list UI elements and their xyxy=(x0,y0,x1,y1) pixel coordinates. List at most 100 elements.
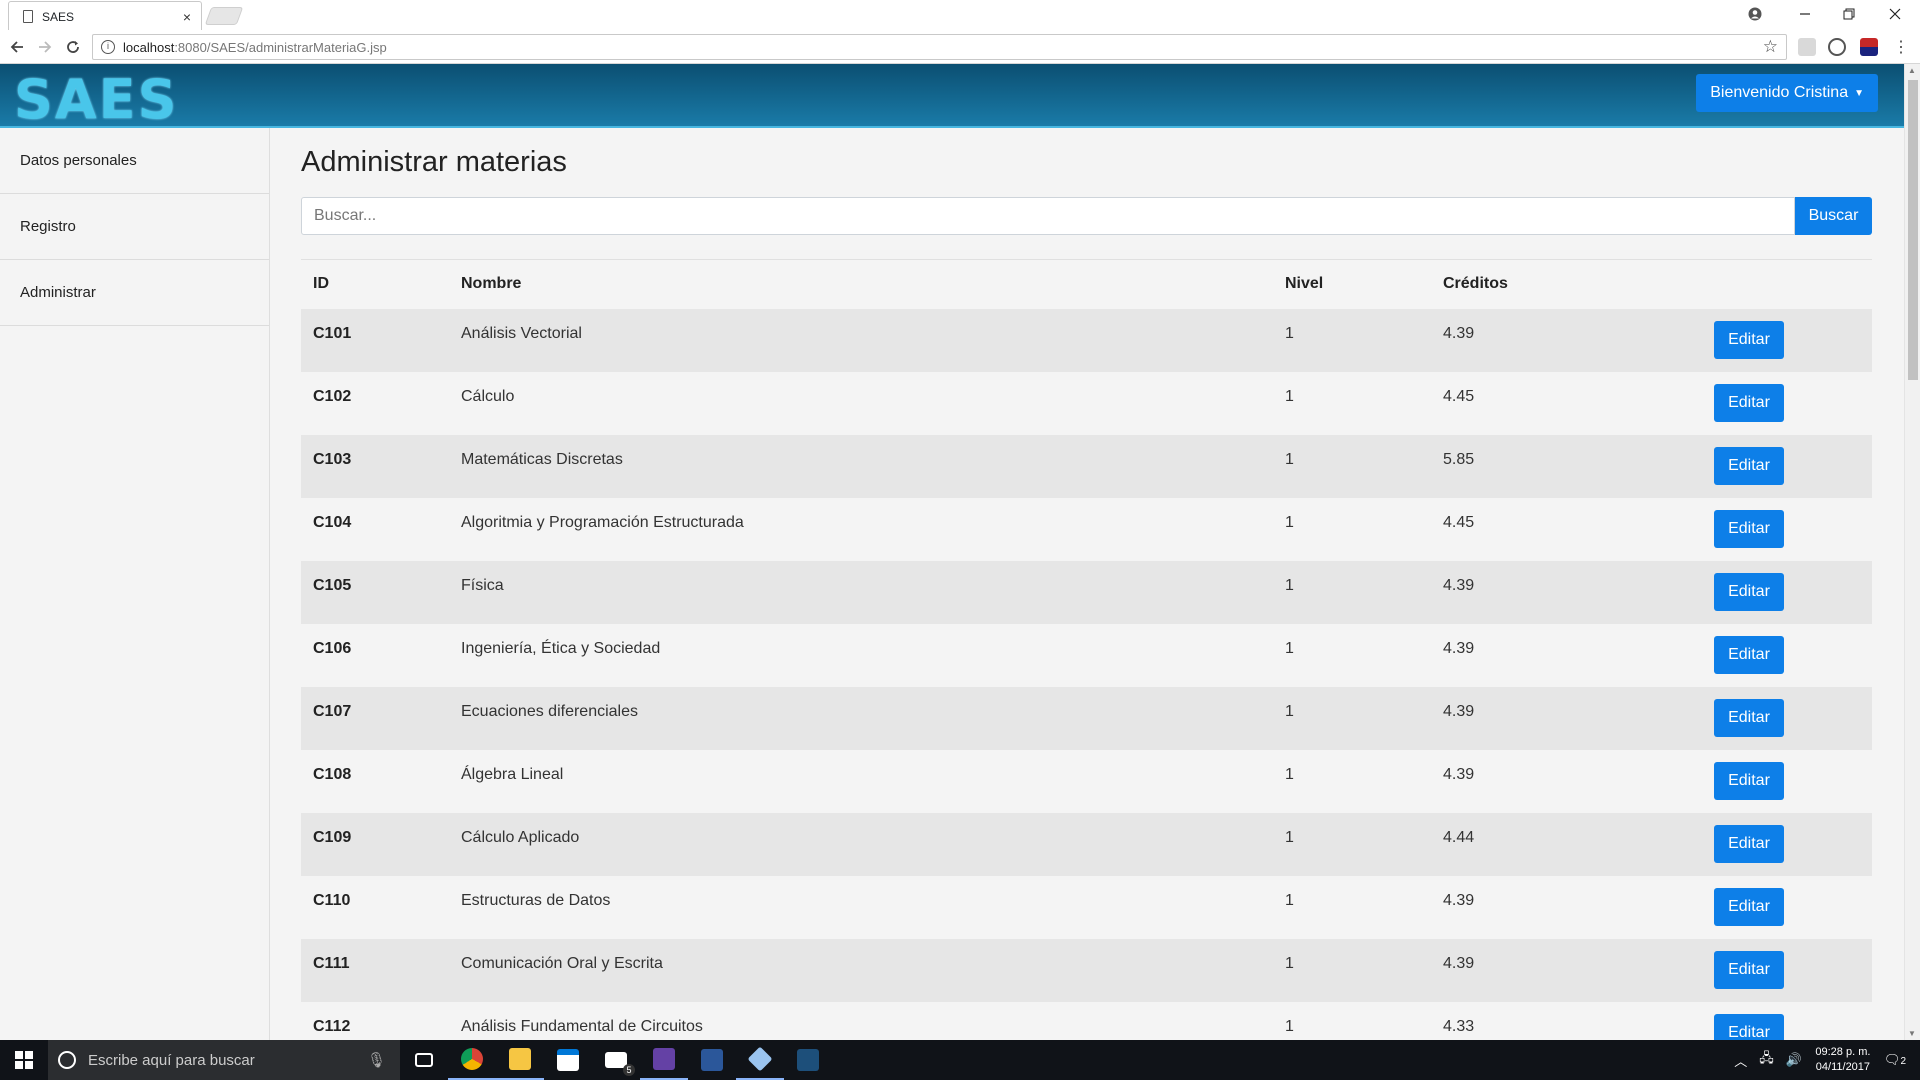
site-info-icon[interactable]: i xyxy=(101,40,115,54)
forward-icon[interactable] xyxy=(32,34,58,60)
cell-actions: Editar xyxy=(1714,498,1872,561)
mail-badge: 5 xyxy=(623,1064,635,1076)
cell-actions: Editar xyxy=(1714,1002,1872,1040)
store-icon[interactable] xyxy=(544,1040,592,1080)
cell-actions: Editar xyxy=(1714,435,1872,498)
user-menu-button[interactable]: Bienvenido Cristina ▼ xyxy=(1696,74,1878,112)
edit-button[interactable]: Editar xyxy=(1714,824,1784,863)
column-header-nombre: Nombre xyxy=(461,275,522,293)
edit-button[interactable]: Editar xyxy=(1714,698,1784,737)
sidebar-item-datos-personales[interactable]: Datos personales xyxy=(0,128,269,194)
edit-button[interactable]: Editar xyxy=(1714,446,1784,485)
notification-count: 2 xyxy=(1900,1056,1906,1067)
clock-date: 04/11/2017 xyxy=(1815,1061,1871,1073)
taskbar-search-box[interactable]: Escribe aquí para buscar 🎙 xyxy=(48,1040,400,1080)
edit-button[interactable]: Editar xyxy=(1714,572,1784,611)
main-content: Administrar materias Buscar ID Nombre Ni… xyxy=(301,128,1872,1040)
back-icon[interactable] xyxy=(4,34,30,60)
table-row: C111 Comunicación Oral y Escrita 1 4.39 Edit… xyxy=(301,938,1872,1002)
cell-nivel: 1 xyxy=(1285,954,1294,972)
welcome-label: Bienvenido Cristina xyxy=(1710,84,1849,101)
microphone-icon[interactable]: 🎙 xyxy=(367,1051,386,1069)
site-header: SAES Bienvenido Cristina ▼ xyxy=(0,64,1904,131)
page-scrollbar[interactable]: ▲ ▼ xyxy=(1904,64,1920,1040)
browser-tab[interactable]: SAES × xyxy=(8,1,202,31)
cell-creditos: 4.45 xyxy=(1443,387,1475,405)
mail-icon[interactable]: 5 xyxy=(592,1040,640,1080)
table-row: C109 Cálculo Aplicado 1 4.44 Editar xyxy=(301,812,1872,876)
cell-creditos: 4.39 xyxy=(1443,954,1475,972)
word-icon[interactable] xyxy=(688,1040,736,1080)
cell-creditos: 4.39 xyxy=(1443,576,1475,594)
edit-button[interactable]: Editar xyxy=(1714,320,1784,359)
reload-icon[interactable] xyxy=(60,34,86,60)
show-hidden-icons-icon[interactable]: ︿ xyxy=(1734,1051,1747,1070)
cell-nombre: Cálculo Aplicado xyxy=(461,828,580,846)
edit-button[interactable]: Editar xyxy=(1714,635,1784,674)
edit-button[interactable]: Editar xyxy=(1714,509,1784,548)
saes-logo[interactable]: SAES xyxy=(14,68,178,131)
close-window-icon[interactable] xyxy=(1880,0,1910,28)
edit-button[interactable]: Editar xyxy=(1714,761,1784,800)
extension-flag-icon[interactable] xyxy=(1860,38,1878,56)
virtualbox-icon[interactable] xyxy=(736,1040,784,1080)
new-tab-button[interactable] xyxy=(204,7,244,25)
volume-icon[interactable]: 🔊 xyxy=(1786,1052,1802,1068)
edit-button[interactable]: Editar xyxy=(1714,1013,1784,1040)
table-header-row: ID Nombre Nivel Créditos xyxy=(301,260,1872,309)
bookmark-star-icon[interactable]: ☆ xyxy=(1763,37,1778,57)
extension-icon[interactable] xyxy=(1798,38,1816,56)
task-view-icon[interactable] xyxy=(400,1040,448,1080)
cell-actions: Editar xyxy=(1714,939,1872,1002)
cell-nivel: 1 xyxy=(1285,324,1294,342)
search-input[interactable] xyxy=(301,197,1795,235)
file-explorer-icon[interactable] xyxy=(496,1040,544,1080)
cell-creditos: 4.39 xyxy=(1443,765,1475,783)
cell-creditos: 5.85 xyxy=(1443,450,1475,468)
cell-nombre: Análisis Vectorial xyxy=(461,324,582,342)
url-text: localhost:8080/SAES/administrarMateriaG.… xyxy=(123,39,387,55)
mysql-workbench-icon[interactable] xyxy=(784,1040,832,1080)
cell-nombre: Física xyxy=(461,576,504,594)
menu-dots-icon[interactable]: ⋮ xyxy=(1888,34,1914,60)
edit-button[interactable]: Editar xyxy=(1714,383,1784,422)
windows-start-icon[interactable] xyxy=(0,1040,48,1080)
cell-nivel: 1 xyxy=(1285,513,1294,531)
system-clock[interactable]: 09:28 p. m. 04/11/2017 xyxy=(1808,1045,1878,1075)
twitch-icon[interactable] xyxy=(640,1040,688,1080)
scrollbar-thumb[interactable] xyxy=(1908,80,1918,380)
cell-id: C105 xyxy=(313,576,352,594)
browser-toolbar: i localhost:8080/SAES/administrarMateria… xyxy=(0,30,1920,64)
search-button[interactable]: Buscar xyxy=(1795,197,1872,235)
sidebar-item-administrar[interactable]: Administrar xyxy=(0,260,269,326)
profile-icon[interactable] xyxy=(1740,0,1770,28)
network-icon[interactable]: 🖧 xyxy=(1759,1049,1774,1071)
cell-nombre: Ingeniería, Ética y Sociedad xyxy=(461,639,661,657)
scroll-down-icon[interactable]: ▼ xyxy=(1908,1029,1916,1038)
close-tab-icon[interactable]: × xyxy=(183,9,191,25)
table-row: C104 Algoritmia y Programación Estructura… xyxy=(301,498,1872,561)
cell-id: C101 xyxy=(313,324,352,342)
scroll-up-icon[interactable]: ▲ xyxy=(1908,66,1916,75)
cell-id: C110 xyxy=(313,891,351,909)
restore-icon[interactable] xyxy=(1834,0,1864,28)
minimize-icon[interactable] xyxy=(1790,0,1820,28)
edit-button[interactable]: Editar xyxy=(1714,887,1784,926)
column-header-nivel: Nivel xyxy=(1285,275,1324,293)
cell-nombre: Análisis Fundamental de Circuitos xyxy=(461,1017,703,1035)
address-bar[interactable]: i localhost:8080/SAES/administrarMateria… xyxy=(92,34,1787,60)
cell-nombre: Estructuras de Datos xyxy=(461,891,611,909)
document-icon xyxy=(23,10,33,23)
cell-creditos: 4.39 xyxy=(1443,702,1475,720)
cell-id: C106 xyxy=(313,639,352,657)
cell-creditos: 4.33 xyxy=(1443,1017,1475,1035)
chrome-taskbar-icon[interactable] xyxy=(448,1040,496,1080)
cell-creditos: 4.45 xyxy=(1443,513,1475,531)
table-row: C102 Cálculo 1 4.45 Editar xyxy=(301,372,1872,435)
sidebar-item-registro[interactable]: Registro xyxy=(0,194,269,260)
cell-nombre: Álgebra Lineal xyxy=(461,765,564,783)
action-center-icon[interactable]: 🗨2 xyxy=(1884,1052,1906,1068)
table-row: C103 Matemáticas Discretas 1 5.85 Editar xyxy=(301,434,1872,498)
extension-shield-icon[interactable] xyxy=(1828,38,1846,56)
edit-button[interactable]: Editar xyxy=(1714,950,1784,989)
